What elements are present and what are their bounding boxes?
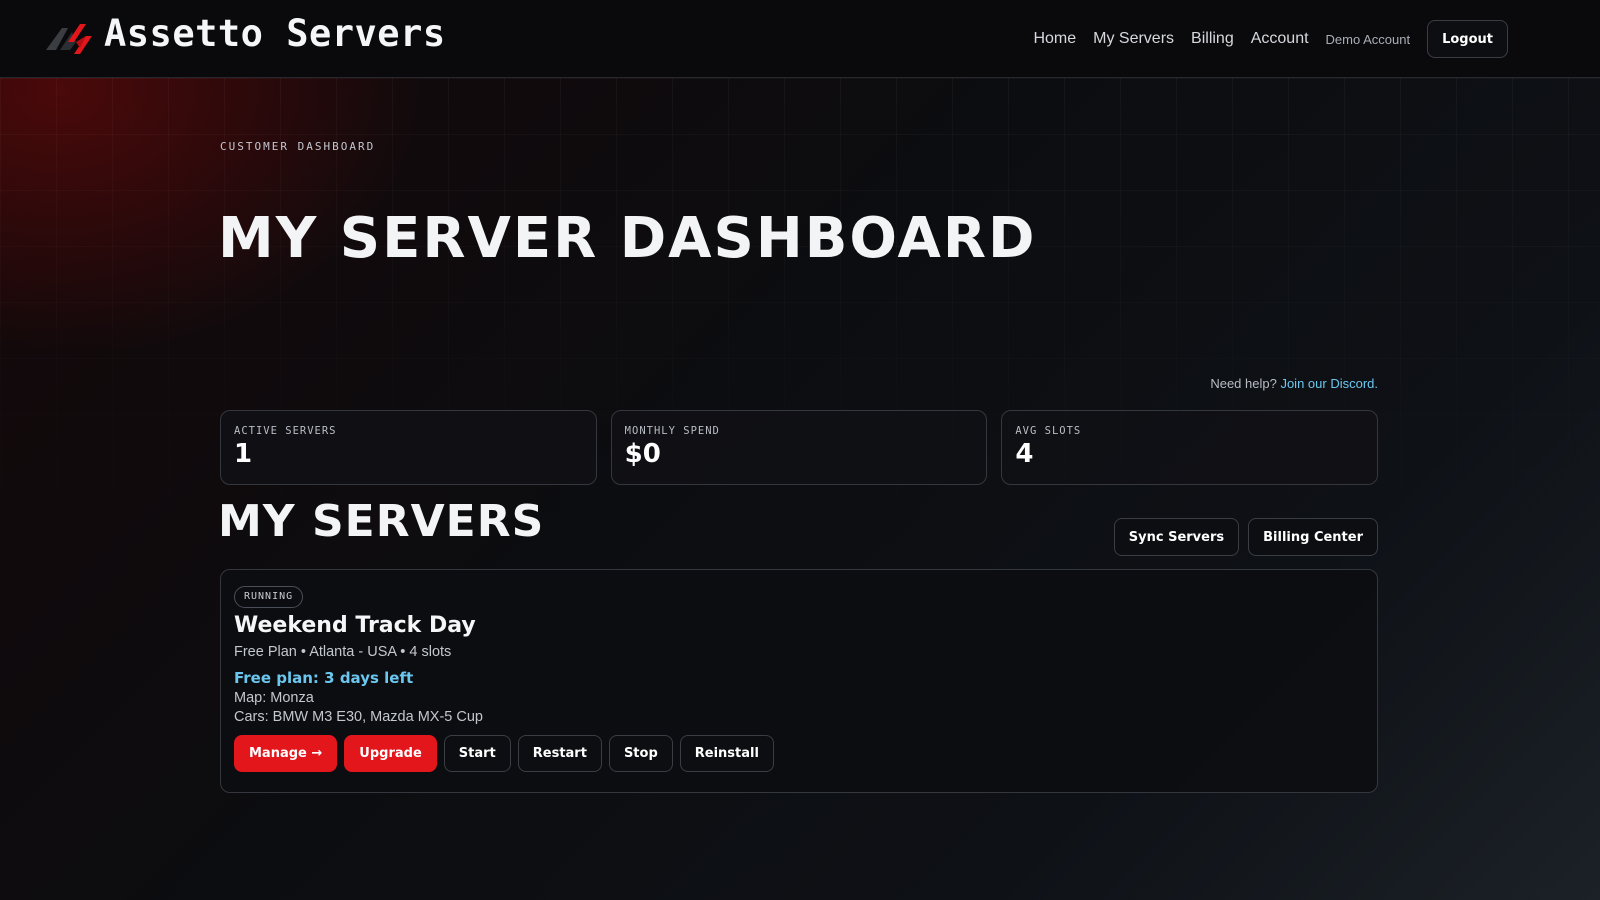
- server-name: Weekend Track Day: [234, 613, 476, 638]
- upgrade-button[interactable]: Upgrade: [344, 735, 437, 772]
- server-cars: Cars: BMW M3 E30, Mazda MX-5 Cup: [234, 709, 483, 725]
- nav-billing[interactable]: Billing: [1191, 30, 1234, 48]
- brand-name[interactable]: Assetto Servers: [104, 12, 446, 55]
- stat-card-monthly-spend: MONTHLY SPEND $0: [610, 410, 988, 485]
- stat-label: ACTIVE SERVERS: [234, 425, 337, 437]
- logout-button[interactable]: Logout: [1427, 20, 1508, 58]
- main-nav: Home My Servers Billing Account Demo Acc…: [1016, 20, 1508, 58]
- stat-card-active-servers: ACTIVE SERVERS 1: [220, 410, 597, 485]
- stop-button[interactable]: Stop: [608, 735, 673, 772]
- nav-home[interactable]: Home: [1033, 30, 1076, 48]
- servers-section-actions: Sync Servers Billing Center: [1113, 518, 1378, 556]
- sync-servers-button[interactable]: Sync Servers: [1113, 518, 1240, 556]
- billing-center-button[interactable]: Billing Center: [1248, 518, 1378, 556]
- server-meta: Free Plan • Atlanta - USA • 4 slots: [234, 644, 452, 660]
- nav-account[interactable]: Account: [1251, 30, 1309, 48]
- assetto-logo-icon[interactable]: [46, 20, 96, 58]
- top-navigation-bar: Assetto Servers Home My Servers Billing …: [0, 0, 1600, 78]
- stat-label: MONTHLY SPEND: [624, 425, 720, 437]
- nav-my-servers[interactable]: My Servers: [1093, 30, 1174, 48]
- stat-value: $0: [624, 439, 661, 469]
- server-actions: Manage → Upgrade Start Restart Stop Rein…: [234, 735, 1364, 772]
- restart-button[interactable]: Restart: [517, 735, 602, 772]
- stat-value: 4: [1015, 439, 1034, 469]
- status-badge: RUNNING: [234, 586, 304, 608]
- manage-button[interactable]: Manage →: [234, 735, 338, 772]
- server-card: RUNNING Weekend Track Day Free Plan • At…: [220, 569, 1378, 793]
- start-button[interactable]: Start: [443, 735, 511, 772]
- stats-row: ACTIVE SERVERS 1 MONTHLY SPEND $0 AVG SL…: [220, 410, 1379, 485]
- page-eyebrow: CUSTOMER DASHBOARD: [220, 140, 376, 153]
- page-title: MY SERVER DASHBOARD: [218, 206, 1037, 271]
- stat-value: 1: [234, 439, 253, 469]
- servers-section-title: MY SERVERS: [218, 496, 545, 547]
- server-map: Map: Monza: [234, 690, 314, 706]
- stat-label: AVG SLOTS: [1015, 425, 1082, 437]
- help-text: Need help? Join our Discord.: [1210, 376, 1378, 391]
- help-prefix: Need help?: [1210, 376, 1277, 391]
- reinstall-button[interactable]: Reinstall: [679, 735, 774, 772]
- plan-notice: Free plan: 3 days left: [234, 669, 414, 687]
- current-user-name: Demo Account: [1325, 31, 1411, 47]
- stat-card-avg-slots: AVG SLOTS 4: [1001, 410, 1379, 485]
- discord-link[interactable]: Join our Discord.: [1280, 376, 1378, 391]
